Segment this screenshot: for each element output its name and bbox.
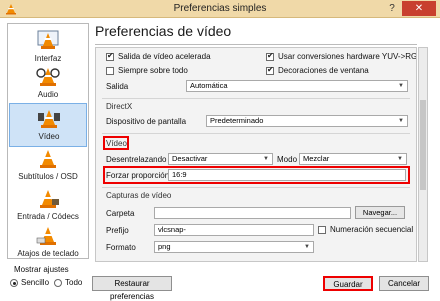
format-label: Formato <box>106 243 136 252</box>
display-device-value: Predeterminado <box>210 116 264 125</box>
page-title: Preferencias de vídeo <box>95 23 232 39</box>
category-sidebar: Interfaz Audio Vídeo Subtítulos / OSD En… <box>7 23 89 259</box>
yuv-rgb-checkbox[interactable] <box>266 51 274 61</box>
always-on-top-checkbox[interactable] <box>106 67 114 75</box>
sequential-numbering-label: Numeración secuencial <box>330 225 414 234</box>
section-divider <box>102 98 410 99</box>
save-button[interactable]: Guardar <box>323 276 373 291</box>
accelerated-output-label: Salida de vídeo acelerada <box>118 52 211 61</box>
mode-label: Modo <box>277 155 298 164</box>
mode-select[interactable]: Mezclar ▼ <box>299 153 407 165</box>
all-radio[interactable] <box>54 279 62 287</box>
folder-label: Carpeta <box>106 209 135 218</box>
folder-input[interactable] <box>154 207 351 219</box>
chevron-down-icon: ▼ <box>263 156 269 162</box>
sidebar-item-label: Audio <box>37 90 59 99</box>
sidebar-item-label: Vídeo <box>38 132 60 141</box>
display-device-select[interactable]: Predeterminado ▼ <box>206 115 408 127</box>
window-title: Preferencias simples <box>173 3 267 14</box>
output-select-value: Automática <box>190 81 228 90</box>
window-decorations-checkbox[interactable] <box>266 65 274 75</box>
directx-section-title: DirectX <box>106 102 133 111</box>
subtitles-cone-icon <box>40 150 56 168</box>
audio-cone-icon <box>36 68 60 86</box>
input-cone-icon <box>40 190 59 208</box>
sidebar-item-atajos[interactable]: Atajos de teclado <box>9 221 87 265</box>
settings-scrollbar[interactable] <box>418 47 428 262</box>
output-label: Salida <box>106 82 129 91</box>
chevron-down-icon: ▼ <box>397 156 403 162</box>
output-select[interactable]: Automática ▼ <box>186 80 408 92</box>
cancel-button[interactable]: Cancelar <box>379 276 429 291</box>
section-divider <box>102 133 410 134</box>
sidebar-item-label: Entrada / Códecs <box>17 212 79 221</box>
deinterlace-select[interactable]: Desactivar ▼ <box>168 153 273 165</box>
sequential-numbering-checkbox[interactable] <box>318 226 326 234</box>
display-device-label: Dispositivo de pantalla <box>106 117 187 126</box>
sidebar-item-label: Subtítulos / OSD <box>18 172 78 181</box>
show-settings-label: Mostrar ajustes <box>14 265 69 274</box>
all-radio-label: Todo <box>65 278 83 287</box>
chevron-down-icon: ▼ <box>398 118 404 124</box>
simple-radio-label: Sencillo <box>21 278 50 287</box>
sidebar-item-video[interactable]: Vídeo <box>9 103 87 147</box>
scrollbar-thumb[interactable] <box>420 100 426 190</box>
reset-preferences-button[interactable]: Restaurar preferencias <box>92 276 172 301</box>
prefix-input[interactable]: vlcsnap- <box>154 224 314 236</box>
title-divider <box>95 44 417 45</box>
prefix-label: Prefijo <box>106 226 129 235</box>
yuv-rgb-label: Usar conversiones hardware YUV->RGB <box>278 52 417 61</box>
chevron-down-icon: ▼ <box>398 83 404 89</box>
sidebar-item-label: Atajos de teclado <box>17 249 79 258</box>
section-divider <box>102 187 410 188</box>
interface-cone-icon <box>37 30 59 49</box>
video-cone-icon <box>38 110 60 128</box>
hotkeys-cone-icon <box>36 227 56 245</box>
highlight-video-title <box>103 136 129 150</box>
chevron-down-icon: ▼ <box>304 244 310 250</box>
simple-radio[interactable] <box>10 279 18 287</box>
deinterlace-label: Desentrelazando <box>106 155 167 164</box>
format-select[interactable]: png ▼ <box>154 241 314 253</box>
deinterlace-value: Desactivar <box>172 154 208 163</box>
highlight-aspect-ratio <box>103 166 410 184</box>
settings-scroll-area: Salida de vídeo acelerada Usar conversio… <box>95 47 417 262</box>
window-decorations-label: Decoraciones de ventana <box>278 66 369 75</box>
always-on-top-label: Siempre sobre todo <box>118 66 188 75</box>
sidebar-item-subtitulos[interactable]: Subtítulos / OSD <box>9 144 87 188</box>
help-button[interactable]: ? <box>386 3 398 15</box>
sidebar-item-audio[interactable]: Audio <box>9 62 87 106</box>
mode-value: Mezclar <box>303 154 330 163</box>
accelerated-output-checkbox[interactable] <box>106 51 114 61</box>
format-value: png <box>158 242 171 251</box>
title-bar: Preferencias simples ? ✕ <box>0 0 440 18</box>
close-button[interactable]: ✕ <box>402 1 436 16</box>
captures-section-title: Capturas de vídeo <box>106 191 172 200</box>
browse-button[interactable]: Navegar... <box>355 206 405 219</box>
